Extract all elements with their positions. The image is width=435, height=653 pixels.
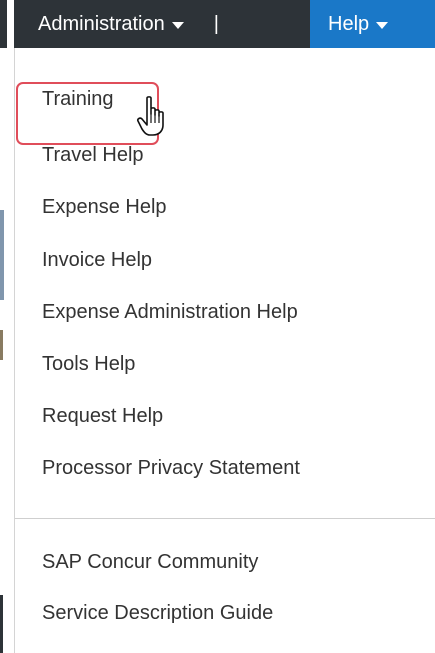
menu-item-sap-concur-community[interactable]: SAP Concur Community [42, 551, 258, 574]
menu-item-tools-help[interactable]: Tools Help [42, 353, 135, 376]
menu-item-processor-privacy-statement[interactable]: Processor Privacy Statement [42, 457, 300, 480]
help-menu[interactable]: Help [310, 0, 435, 48]
hand-cursor-icon [137, 96, 164, 136]
chevron-down-icon [171, 21, 184, 29]
menu-item-travel-help[interactable]: Travel Help [42, 144, 144, 167]
menu-item-expense-administration-help[interactable]: Expense Administration Help [42, 301, 298, 324]
page: Administration | Help Training Travel He… [0, 0, 435, 653]
edge-block [0, 595, 3, 653]
administration-label: Administration [38, 12, 165, 35]
edge-block [0, 210, 4, 300]
menu-item-service-description-guide[interactable]: Service Description Guide [42, 602, 273, 625]
menu-item-request-help[interactable]: Request Help [42, 405, 163, 428]
menu-item-invoice-help[interactable]: Invoice Help [42, 249, 152, 272]
menu-item-expense-help[interactable]: Expense Help [42, 196, 167, 219]
menu-divider [15, 518, 435, 519]
edge-block [0, 0, 7, 48]
nav-separator: | [213, 12, 219, 35]
background-page-edge [0, 0, 15, 653]
chevron-down-icon [376, 21, 389, 29]
administration-menu[interactable]: Administration [14, 0, 184, 48]
top-navbar: Administration | Help [14, 0, 435, 48]
edge-block [0, 330, 3, 360]
help-label: Help [328, 12, 370, 35]
